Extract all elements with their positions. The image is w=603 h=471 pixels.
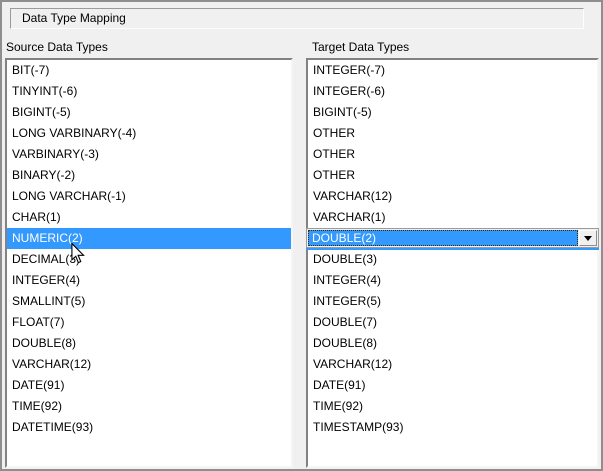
list-item[interactable]: DOUBLE(8)	[308, 333, 597, 354]
list-item[interactable]: OTHER	[308, 123, 597, 144]
list-item[interactable]: BIT(-7)	[7, 60, 291, 81]
list-item[interactable]: INTEGER(5)	[308, 291, 597, 312]
list-item[interactable]: INTEGER(4)	[7, 270, 291, 291]
source-list-label: Source Data Types	[6, 40, 108, 54]
list-item[interactable]: TIME(92)	[308, 396, 597, 417]
list-item[interactable]: VARCHAR(12)	[308, 186, 597, 207]
list-item[interactable]: VARBINARY(-3)	[7, 144, 291, 165]
list-item[interactable]: NUMERIC(2)	[7, 228, 291, 249]
list-item[interactable]: VARCHAR(12)	[7, 354, 291, 375]
list-item[interactable]: INTEGER(-7)	[308, 60, 597, 81]
combobox-dropdown-button[interactable]	[579, 230, 597, 246]
list-item[interactable]: LONG VARCHAR(-1)	[7, 186, 291, 207]
list-item[interactable]: BIGINT(-5)	[7, 102, 291, 123]
list-item[interactable]: TINYINT(-6)	[7, 81, 291, 102]
list-item[interactable]: OTHER	[308, 144, 597, 165]
list-item[interactable]: INTEGER(-6)	[308, 81, 597, 102]
list-item[interactable]: DATETIME(93)	[7, 417, 291, 438]
target-type-list[interactable]: INTEGER(-7)INTEGER(-6)BIGINT(-5)OTHEROTH…	[306, 58, 599, 468]
dialog-title: Data Type Mapping	[22, 11, 126, 25]
data-type-mapping-dialog: Data Type Mapping Source Data Types Targ…	[0, 0, 603, 471]
list-item[interactable]: CHAR(1)	[7, 207, 291, 228]
list-item[interactable]: DATE(91)	[308, 375, 597, 396]
list-item[interactable]: OTHER	[308, 165, 597, 186]
list-item[interactable]: BINARY(-2)	[7, 165, 291, 186]
list-item[interactable]: DOUBLE(3)	[308, 249, 597, 270]
source-type-list[interactable]: BIT(-7)TINYINT(-6)BIGINT(-5)LONG VARBINA…	[5, 58, 293, 468]
list-item[interactable]: INTEGER(4)	[308, 270, 597, 291]
list-item[interactable]: DOUBLE(7)	[308, 312, 597, 333]
chevron-down-icon	[584, 236, 592, 241]
list-item[interactable]: VARCHAR(1)	[308, 207, 597, 228]
list-item[interactable]: SMALLINT(5)	[7, 291, 291, 312]
header-bar: Data Type Mapping	[10, 8, 584, 29]
combobox-focus-underline	[306, 248, 599, 250]
combobox-value[interactable]: DOUBLE(2)	[308, 230, 578, 246]
list-item[interactable]: TIME(92)	[7, 396, 291, 417]
list-item[interactable]: DOUBLE(8)	[7, 333, 291, 354]
list-item[interactable]: TIMESTAMP(93)	[308, 417, 597, 438]
target-list-label: Target Data Types	[312, 40, 409, 54]
list-item[interactable]: LONG VARBINARY(-4)	[7, 123, 291, 144]
list-item[interactable]: BIGINT(-5)	[308, 102, 597, 123]
list-item[interactable]: DATE(91)	[7, 375, 291, 396]
list-item[interactable]: VARCHAR(12)	[308, 354, 597, 375]
type-combobox[interactable]: DOUBLE(2)	[306, 228, 599, 248]
list-item[interactable]: FLOAT(7)	[7, 312, 291, 333]
list-item[interactable]: DECIMAL(3)	[7, 249, 291, 270]
